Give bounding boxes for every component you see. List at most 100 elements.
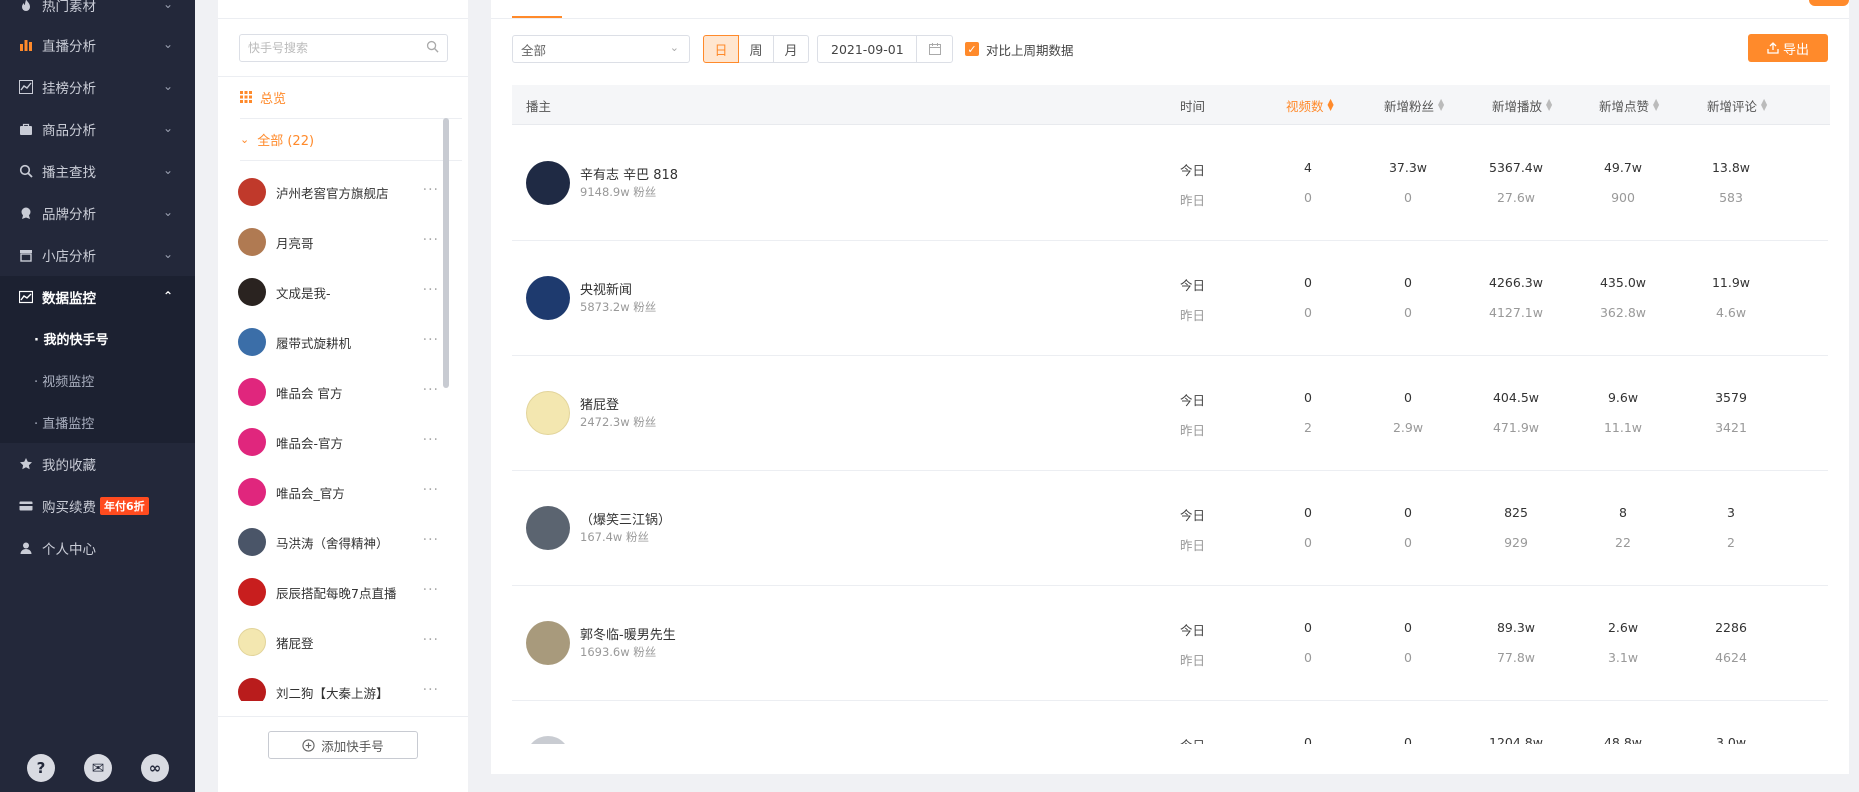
period-week-button[interactable]: 周 [738,35,774,63]
nav-rank-analysis[interactable]: 挂榜分析 ⌄ [0,66,195,108]
more-icon[interactable]: ··· [423,382,439,398]
col-new-comments-sort[interactable]: 新增评论 ▲ ▼ [1707,85,1767,125]
more-icon[interactable]: ··· [423,182,439,198]
comments-today: 3.0w [1715,735,1747,744]
col-new-fans-sort[interactable]: 新增粉丝 ▲ ▼ [1384,85,1444,125]
period-month-button[interactable]: 月 [773,35,809,63]
col-videos-sort[interactable]: 视频数 ▲ ▼ [1286,85,1334,125]
fans-today: 0 [1404,735,1412,744]
fans-yesterday: 0 [1404,650,1412,665]
more-icon[interactable]: ··· [423,332,439,348]
table-row[interactable]: 辛有志 辛巴 818 9148.9w 粉丝 今日 昨日 4 0 37.3w 0 … [512,126,1828,241]
streamer-name[interactable]: 辛有志 辛巴 818 [580,164,678,183]
help-icon[interactable]: ? [27,754,55,782]
nav-streamer-search[interactable]: 播主查找 ⌄ [0,150,195,192]
submenu-live-monitor[interactable]: · 直播监控 [0,401,195,443]
account-item[interactable]: 唯品会_官方 ··· [238,476,443,508]
streamer-name[interactable]: 猪屁登 [580,394,619,413]
nav-label: 个人中心 [42,542,96,558]
chevron-down-icon: ⌄ [162,37,173,51]
search-icon[interactable] [426,40,439,57]
table-body: 辛有志 辛巴 818 9148.9w 粉丝 今日 昨日 4 0 37.3w 0 … [512,126,1830,744]
wechat-icon[interactable]: ✉ [84,754,112,782]
date-picker[interactable]: 2021-09-01 [817,35,953,63]
time-today: 今日 [1180,393,1206,408]
account-item[interactable]: 文成是我- ··· [238,276,443,308]
account-search-input[interactable] [248,41,426,55]
more-icon[interactable]: ··· [423,682,439,698]
more-icon[interactable]: ··· [423,532,439,548]
submenu-my-kuaishou[interactable]: · 我的快手号 [0,317,195,359]
nav-brand-analysis[interactable]: 品牌分析 ⌄ [0,192,195,234]
account-item[interactable]: 泸州老窖官方旗舰店 ··· [238,176,443,208]
nav-favorites[interactable]: 我的收藏 [0,443,195,485]
avatar [238,428,266,456]
time-today: 今日 [1180,163,1206,178]
nav-personal-center[interactable]: 个人中心 [0,527,195,569]
nav-label: 购买续费 [42,500,96,516]
more-icon[interactable]: ··· [423,282,439,298]
nav-hot-material[interactable]: 热门素材 ⌄ [0,0,195,26]
more-icon[interactable]: ··· [423,482,439,498]
period-toggle: 日 周 月 [703,35,809,63]
star-icon [18,456,34,472]
export-button[interactable]: 导出 [1748,34,1828,62]
filter-select[interactable]: 全部 ⌄ [512,35,690,63]
account-item[interactable]: 辰辰搭配每晚7点直播 ··· [238,576,443,608]
calendar-icon[interactable] [916,36,952,62]
table-row[interactable]: （爆笑三江锅） 167.4w 粉丝 今日 昨日 0 0 0 0 825 929 … [512,471,1828,586]
group-all[interactable]: ⌄ 全部 (22) [240,128,314,150]
account-item[interactable]: 月亮哥 ··· [238,226,443,258]
more-icon[interactable]: ··· [423,582,439,598]
chevron-down-icon: ⌄ [162,205,173,219]
fans-yesterday: 2.9w [1392,420,1424,435]
toggle-switch[interactable] [1809,0,1849,6]
account-item[interactable]: 马洪涛（舍得精神） ··· [238,526,443,558]
divider [218,716,468,717]
comments-today: 3 [1727,505,1735,520]
nav-shop-analysis[interactable]: 小店分析 ⌄ [0,234,195,276]
more-icon[interactable]: ··· [423,232,439,248]
more-icon[interactable]: ··· [423,432,439,448]
col-new-plays-sort[interactable]: 新增播放 ▲ ▼ [1492,85,1552,125]
add-account-label: 添加快手号 [321,738,384,754]
overview-link[interactable]: 总览 [240,86,286,108]
time-yesterday: 昨日 [1180,653,1206,668]
nav-live-analysis[interactable]: 直播分析 ⌄ [0,24,195,66]
more-icon[interactable]: ··· [423,632,439,648]
account-search[interactable] [239,34,448,62]
account-item[interactable]: 唯品会-官方 ··· [238,426,443,458]
grid-icon [240,91,252,103]
avatar [238,278,266,306]
videos-yesterday: 2 [1304,420,1312,435]
table-row[interactable]: 今日 0 0 1204.8w 48.8w 3.0w [512,701,1828,744]
nav-data-monitor[interactable]: 数据监控 ⌃ [0,276,195,318]
account-item[interactable]: 猪屁登 ··· [238,626,443,658]
table-row[interactable]: 猪屁登 2472.3w 粉丝 今日 昨日 0 2 0 2.9w 404.5w 4… [512,356,1828,471]
account-item[interactable]: 刘二狗【大秦上游】 ··· [238,676,443,701]
likes-today: 49.7w [1603,160,1643,175]
account-item[interactable]: 履带式旋耕机 ··· [238,326,443,358]
table-row[interactable]: 央视新闻 5873.2w 粉丝 今日 昨日 0 0 0 0 4266.3w 41… [512,241,1828,356]
avatar [238,178,266,206]
streamer-name[interactable]: 郭冬临-暖男先生 [580,624,676,643]
card-icon [18,498,34,514]
period-day-button[interactable]: 日 [703,35,739,63]
col-new-likes-sort[interactable]: 新增点赞 ▲ ▼ [1599,85,1659,125]
streamer-fans: 167.4w 粉丝 [580,530,649,544]
account-name: 唯品会_官方 [276,485,345,501]
account-name: 履带式旋耕机 [276,335,352,351]
fans-yesterday: 0 [1404,190,1412,205]
avatar [526,276,570,320]
link-icon[interactable]: ∞ [141,754,169,782]
streamer-name[interactable]: 央视新闻 [580,279,632,298]
table-row[interactable]: 郭冬临-暖男先生 1693.6w 粉丝 今日 昨日 0 0 0 0 89.3w … [512,586,1828,701]
submenu-video-monitor[interactable]: · 视频监控 [0,359,195,401]
compare-checkbox[interactable]: ✓ 对比上周期数据 [965,40,1074,58]
nav-purchase-renew[interactable]: 购买续费 年付6折 [0,485,195,527]
nav-product-analysis[interactable]: 商品分析 ⌄ [0,108,195,150]
add-account-button[interactable]: 添加快手号 [268,731,418,759]
streamer-name[interactable]: （爆笑三江锅） [580,509,671,528]
account-item[interactable]: 唯品会 官方 ··· [238,376,443,408]
comments-today: 13.8w [1711,160,1751,175]
